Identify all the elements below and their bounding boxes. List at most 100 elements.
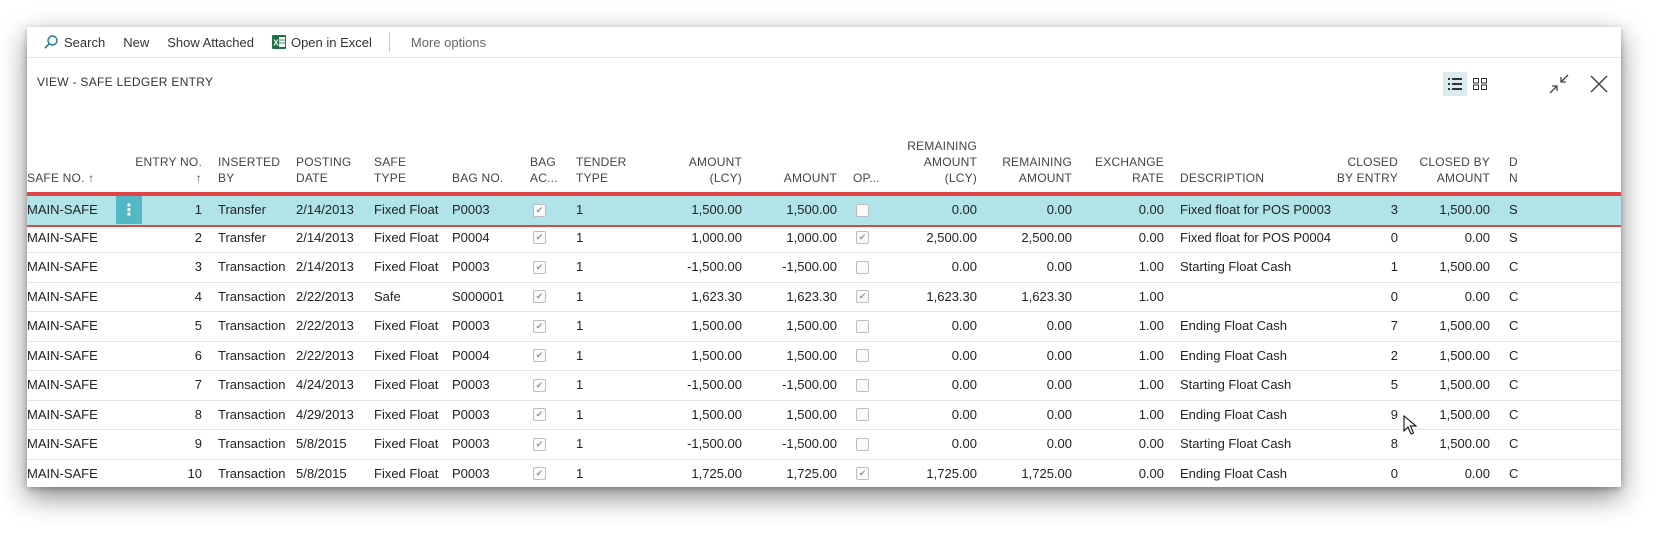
column-header-entry-no[interactable]: ENTRY NO. ↑ (127, 154, 202, 186)
close-button[interactable] (1585, 70, 1613, 98)
cell-d-partial: S (1509, 202, 1518, 217)
column-header-remaining-amount[interactable]: REMAINING AMOUNT (982, 154, 1072, 186)
cell-posting-date: 2/22/2013 (296, 318, 354, 333)
cell-inserted-by: Transaction (218, 318, 286, 333)
cell-safe-no[interactable]: MAIN-SAFE (27, 283, 112, 312)
table-row[interactable]: MAIN-SAFE 7 Transaction 4/24/2013 Fixed Floa… (27, 371, 1621, 401)
cell-safe-type: Safe (374, 288, 401, 304)
cell-safe-no[interactable]: MAIN-SAFE (27, 224, 112, 253)
column-header-tender-type[interactable]: TENDER TYPE (576, 154, 646, 186)
more-options-action[interactable]: More options (402, 27, 495, 57)
cell-safe-no[interactable]: MAIN-SAFE (27, 342, 112, 371)
cell-tender-type: 1 (576, 377, 584, 392)
column-header-safe-type[interactable]: SAFE TYPE (374, 154, 449, 186)
show-attached-action[interactable]: Show Attached (158, 27, 263, 57)
column-header-amount-lcy[interactable]: AMOUNT (LCY) (657, 154, 742, 186)
cell-safe-no[interactable]: MAIN-SAFE (27, 253, 112, 282)
table-row[interactable]: MAIN-SAFE 4 Transaction 2/22/2013 Safe S00000… (27, 283, 1621, 312)
cell-exchange-rate: 1.00 (1138, 347, 1164, 363)
column-header-closed-by-amount[interactable]: CLOSED BY AMOUNT (1402, 154, 1490, 186)
cell-entry-no[interactable]: 2 (127, 224, 202, 253)
cell-amount-lcy: 1,623.30 (691, 288, 742, 304)
cell-inserted-by: Transfer (218, 202, 266, 217)
open-in-excel-action[interactable]: X Open in Excel (263, 27, 381, 57)
cell-d-partial: C (1509, 347, 1519, 363)
collapse-button[interactable] (1545, 70, 1573, 98)
cell-entry-no[interactable]: 4 (127, 283, 202, 312)
column-header-text: RATE (1132, 171, 1164, 185)
table-row[interactable]: MAIN-SAFE 10 Transaction 5/8/2015 Fixed Floa… (27, 460, 1621, 488)
column-header-text: EXCHANGE (1095, 155, 1164, 169)
column-header-remaining-amount-lcy[interactable]: REMAINING AMOUNT (LCY) (887, 138, 977, 186)
new-label: New (123, 34, 150, 50)
cell-amount: 1,500.00 (786, 406, 837, 422)
cell-entry-no[interactable]: 3 (127, 253, 202, 282)
cell-tender-type: 1 (576, 318, 584, 333)
cell-tender-type: 1 (576, 229, 584, 245)
column-header-text: AMOUNT (923, 155, 977, 169)
cell-amount-lcy: -1,500.00 (687, 436, 742, 451)
cell-d-partial: S (1509, 229, 1518, 245)
column-header-inserted-by[interactable]: INSERTED BY (218, 154, 293, 186)
cell-safe-no[interactable]: MAIN-SAFE (27, 371, 112, 400)
cell-safe-no[interactable]: MAIN-SAFE (27, 312, 112, 341)
cell-exchange-rate: 1.00 (1138, 406, 1164, 422)
cell-entry-no[interactable]: 7 (127, 371, 202, 400)
cell-entry-no[interactable]: 8 (127, 401, 202, 430)
open-checkbox: ✔ (856, 231, 869, 245)
column-header-bag-ac[interactable]: BAG AC... (530, 154, 570, 186)
table-row-selected[interactable]: MAIN-SAFE 1 Transfer 2/14/2013 Fixed Float P0… (27, 194, 1621, 227)
cell-exchange-rate: 1.00 (1138, 288, 1164, 304)
new-action[interactable]: New (114, 27, 158, 57)
column-header-text: SAFE NO. ↑ (27, 171, 95, 185)
cell-inserted-by: Transaction (218, 406, 286, 422)
column-header-exchange-rate[interactable]: EXCHANGE RATE (1077, 154, 1164, 186)
cell-remaining-amount-lcy: 0.00 (951, 259, 977, 274)
column-header-posting-date[interactable]: POSTING DATE (296, 154, 371, 186)
column-header-closed-by-entry[interactable]: CLOSED BY ENTRY (1317, 154, 1398, 186)
cell-remaining-amount: 0.00 (1046, 436, 1072, 451)
table-row[interactable]: MAIN-SAFE 2 Transfer 2/14/2013 Fixed Float P0… (27, 224, 1621, 253)
column-header-d-partial[interactable]: DN (1509, 154, 1529, 186)
cell-remaining-amount: 2,500.00 (1021, 229, 1072, 245)
cell-posting-date: 4/29/2013 (296, 406, 354, 422)
cell-tender-type: 1 (576, 347, 584, 363)
cell-closed-by-amount: 1,500.00 (1439, 259, 1490, 274)
table-row[interactable]: MAIN-SAFE 3 Transaction 2/14/2013 Fixed Floa… (27, 253, 1621, 283)
cell-amount-lcy: -1,500.00 (687, 377, 742, 392)
cell-safe-no[interactable]: MAIN-SAFE (27, 430, 112, 459)
cell-closed-by-amount: 1,500.00 (1439, 377, 1490, 392)
table-row[interactable]: MAIN-SAFE 6 Transaction 2/22/2013 Fixed Floa… (27, 342, 1621, 371)
table-row[interactable]: MAIN-SAFE 5 Transaction 2/22/2013 Fixed Floa… (27, 312, 1621, 342)
cell-closed-by-entry: 3 (1390, 202, 1398, 217)
bag-accounted-checkbox: ✔ (533, 260, 546, 274)
search-action[interactable]: Search (27, 27, 114, 57)
cell-safe-no[interactable]: MAIN-SAFE (27, 401, 112, 430)
cell-remaining-amount: 0.00 (1046, 202, 1072, 217)
column-header-safe-no[interactable]: SAFE NO. ↑ (27, 170, 112, 186)
table-row[interactable]: MAIN-SAFE 9 Transaction 5/8/2015 Fixed Float… (27, 430, 1621, 460)
cell-inserted-by: Transaction (218, 259, 286, 274)
cell-d-partial: C (1509, 465, 1519, 481)
row-menu-button[interactable]: ⋮ (116, 196, 142, 224)
tile-view-button[interactable] (1468, 72, 1492, 96)
cell-d-partial: C (1509, 406, 1519, 422)
cell-safe-no[interactable]: MAIN-SAFE (27, 460, 112, 488)
cell-closed-by-entry: 8 (1390, 436, 1398, 451)
cell-closed-by-entry: 1 (1390, 259, 1398, 274)
column-header-amount[interactable]: AMOUNT (747, 170, 837, 186)
cell-safe-type: Fixed Float (374, 406, 439, 422)
cell-amount-lcy: 1,500.00 (691, 347, 742, 363)
cell-safe-no[interactable]: MAIN-SAFE (27, 196, 112, 225)
cell-entry-no[interactable]: 9 (127, 430, 202, 459)
cell-exchange-rate: 0.00 (1138, 202, 1164, 217)
cell-exchange-rate: 1.00 (1138, 259, 1164, 274)
cell-entry-no[interactable]: 6 (127, 342, 202, 371)
column-header-bag-no[interactable]: BAG NO. (452, 170, 527, 186)
cell-remaining-amount: 0.00 (1046, 406, 1072, 422)
cell-entry-no[interactable]: 10 (127, 460, 202, 488)
more-options-label: More options (410, 34, 487, 50)
cell-entry-no[interactable]: 5 (127, 312, 202, 341)
list-view-button[interactable] (1443, 72, 1467, 96)
table-row[interactable]: MAIN-SAFE 8 Transaction 4/29/2013 Fixed Floa… (27, 401, 1621, 430)
